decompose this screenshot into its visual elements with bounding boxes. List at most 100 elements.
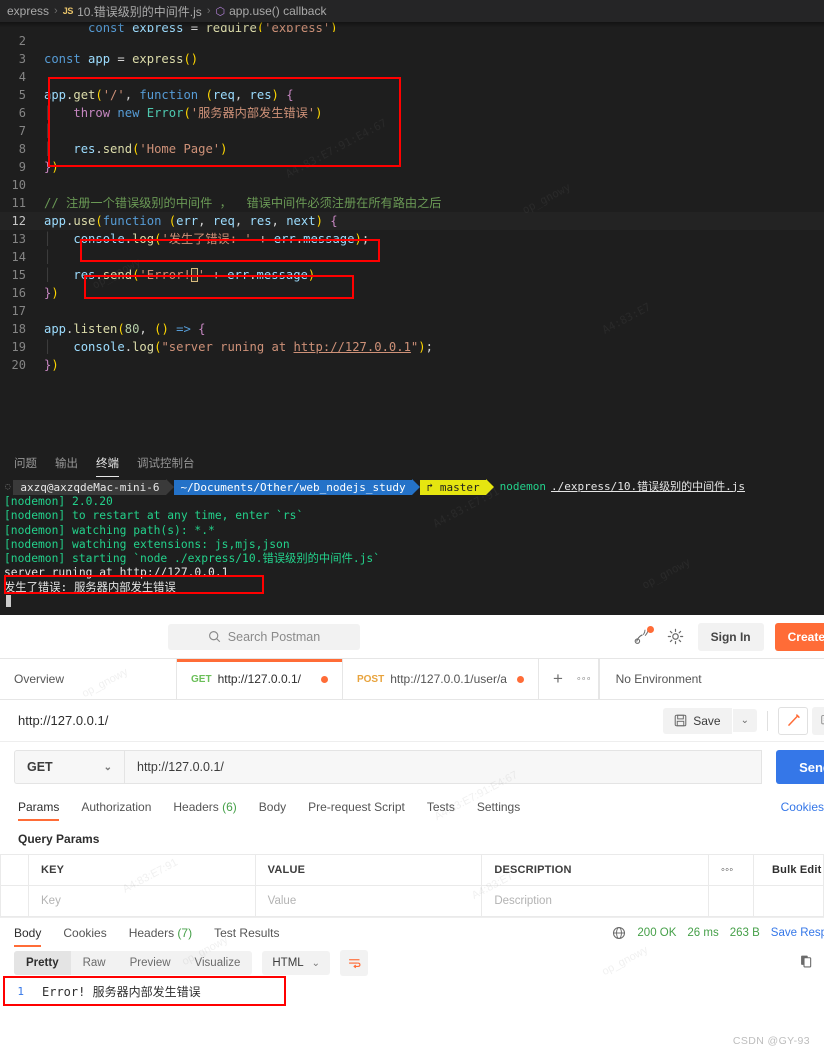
send-button[interactable]: Send (776, 750, 824, 784)
notification-dot (646, 625, 654, 633)
code-line-3: 3 const app = express() (0, 50, 824, 68)
line-number-12: 12 (11, 214, 26, 228)
row-value-input[interactable]: Value (254, 885, 483, 917)
request-config-tabs: Params Authorization Headers (6) Body Pr… (0, 792, 824, 822)
tab-params[interactable]: Params (18, 794, 60, 821)
response-tab-headers-count: (7) (177, 925, 193, 940)
response-time: 26 ms (687, 926, 719, 939)
method-select[interactable]: GET ⌄ (14, 750, 124, 784)
bulk-edit-button[interactable]: Bulk Edit (753, 854, 824, 886)
symbol-icon: ⬡ (215, 5, 226, 18)
environment-selector[interactable]: No Environment (598, 659, 718, 699)
request-title: http://127.0.0.1/ (18, 713, 109, 728)
code-editor[interactable]: const express = require('express') 2 3 co… (0, 22, 824, 447)
code-line-11: 11// 注册一个错误级别的中间件 ， 错误中间件必须注册在所有路由之后 (0, 194, 824, 212)
gear-icon[interactable] (665, 626, 687, 648)
create-button[interactable]: Create (774, 622, 824, 651)
table-row[interactable]: Key Value Description (0, 885, 824, 917)
breadcrumb-symbol[interactable]: app.use() callback (229, 4, 326, 18)
url-input[interactable]: http://127.0.0.1/ (124, 750, 762, 784)
save-response-button[interactable]: Save Response (771, 927, 824, 939)
response-body[interactable]: 1 Error! 服务器内部发生错误 (0, 976, 824, 1006)
line-number-14: 14 (11, 250, 26, 264)
breadcrumb[interactable]: express › JS 10.错误级别的中间件.js › ⬡ app.use(… (0, 0, 824, 22)
tab-headers[interactable]: Headers (6) (173, 794, 236, 821)
line-number-11: 11 (11, 196, 26, 210)
language-select[interactable]: HTML ⌄ (262, 951, 331, 975)
postman-window: Search Postman Sign In Create Overview G… (0, 615, 824, 1054)
prompt-bullet-icon: ◌ (5, 481, 11, 492)
response-tab-test-results[interactable]: Test Results (214, 920, 279, 946)
view-mode-group: Pretty Raw Preview Visualize (14, 951, 253, 975)
row-description-input[interactable]: Description (481, 885, 709, 917)
tab-get-request[interactable]: GET http://127.0.0.1/ (177, 659, 343, 699)
table-options-icon[interactable]: ◦◦◦ (708, 854, 754, 886)
response-tab-cookies[interactable]: Cookies (63, 920, 106, 946)
code-line-1: const express = require('express') (88, 22, 338, 32)
line-number-7: 7 (18, 124, 26, 138)
line-number-16: 16 (11, 286, 26, 300)
tab-settings[interactable]: Settings (477, 794, 520, 821)
view-mode-raw[interactable]: Raw (71, 951, 118, 975)
view-mode-preview[interactable]: Preview (118, 951, 183, 975)
line-number-4: 4 (18, 70, 26, 84)
tab-headers-count: (6) (222, 799, 237, 814)
panel-tab-output[interactable]: 输出 (55, 449, 78, 475)
prompt-arrow-1-icon (165, 479, 174, 495)
tab-options-icon[interactable]: ◦◦◦ (577, 659, 599, 699)
terminal-line-2: [nodemon] to restart at any time, enter … (4, 509, 304, 523)
row-spacer (753, 885, 824, 917)
tab-post-request[interactable]: POST http://127.0.0.1/user/a (343, 659, 539, 699)
terminal-line-1: [nodemon] 2.0.20 (4, 495, 113, 508)
prompt-user: axzq@axzqdeMac-mini-6 (13, 479, 166, 495)
postman-topbar: Search Postman Sign In Create (0, 615, 824, 659)
vscode-window: express › JS 10.错误级别的中间件.js › ⬡ app.use(… (0, 0, 824, 615)
view-mode-pretty[interactable]: Pretty (14, 951, 71, 975)
code-line-8: 8 │ res.send('Home Page') (0, 140, 824, 158)
code-line-10: 10 (0, 176, 824, 194)
response-tab-body[interactable]: Body (14, 920, 42, 947)
search-input[interactable]: Search Postman (168, 623, 360, 650)
sign-in-button[interactable]: Sign In (697, 622, 764, 651)
row-options (708, 885, 754, 917)
breadcrumb-separator-icon: › (54, 5, 58, 17)
method-chevron-down-icon: ⌄ (103, 761, 112, 773)
tab-tests[interactable]: Tests (427, 794, 455, 821)
terminal-line-5: [nodemon] starting `node ./express/10.错误… (4, 552, 381, 566)
save-dropdown-chevron-down-icon[interactable]: ⌄ (732, 709, 757, 732)
panel-tab-problems[interactable]: 问题 (14, 449, 37, 475)
terminal-caret (4, 595, 824, 609)
wrap-lines-icon[interactable] (340, 950, 369, 976)
code-line-14: 14 │ (0, 248, 824, 266)
table-header-row: KEY VALUE DESCRIPTION ◦◦◦ Bulk Edit (0, 854, 824, 886)
comment-icon[interactable] (812, 706, 824, 735)
edit-pencil-icon[interactable] (778, 706, 808, 735)
tab-overview[interactable]: Overview (0, 659, 177, 699)
line-number-17: 17 (11, 304, 26, 318)
line-number-2: 2 (18, 34, 26, 48)
panel-tab-debug-console[interactable]: 调试控制台 (137, 449, 195, 475)
satellite-icon[interactable] (632, 625, 654, 648)
response-tab-headers[interactable]: Headers (7) (129, 920, 192, 946)
csdn-watermark: CSDN @GY-93 (732, 1035, 810, 1047)
code-line-2: 2 (0, 32, 824, 50)
breadcrumb-root[interactable]: express (7, 4, 49, 18)
view-mode-visualize[interactable]: Visualize (183, 951, 253, 975)
terminal-output[interactable]: ◌ axzq@axzqdeMac-mini-6 ~/Documents/Othe… (0, 477, 824, 615)
tab-authorization[interactable]: Authorization (81, 794, 151, 821)
line-number-19: 19 (11, 340, 26, 354)
row-checkbox[interactable] (0, 885, 29, 917)
code-line-19: 19 │ console.log("server runing at http:/… (0, 338, 824, 356)
row-key-input[interactable]: Key (28, 885, 256, 917)
copy-icon[interactable] (799, 954, 814, 972)
breadcrumb-file[interactable]: 10.错误级别的中间件.js (77, 3, 202, 20)
panel-tab-terminal[interactable]: 终端 (96, 449, 119, 477)
panel-tab-bar[interactable]: 问题 输出 终端 调试控制台 (0, 447, 824, 477)
cookies-link[interactable]: Cookies (781, 800, 824, 814)
tab-pre-request-script[interactable]: Pre-request Script (308, 794, 405, 821)
new-tab-button[interactable]: + (539, 659, 577, 699)
response-size: 263 B (729, 926, 760, 939)
tab-body[interactable]: Body (259, 794, 286, 821)
tab-method-get: GET (191, 673, 212, 685)
save-button[interactable]: Save (663, 707, 732, 734)
